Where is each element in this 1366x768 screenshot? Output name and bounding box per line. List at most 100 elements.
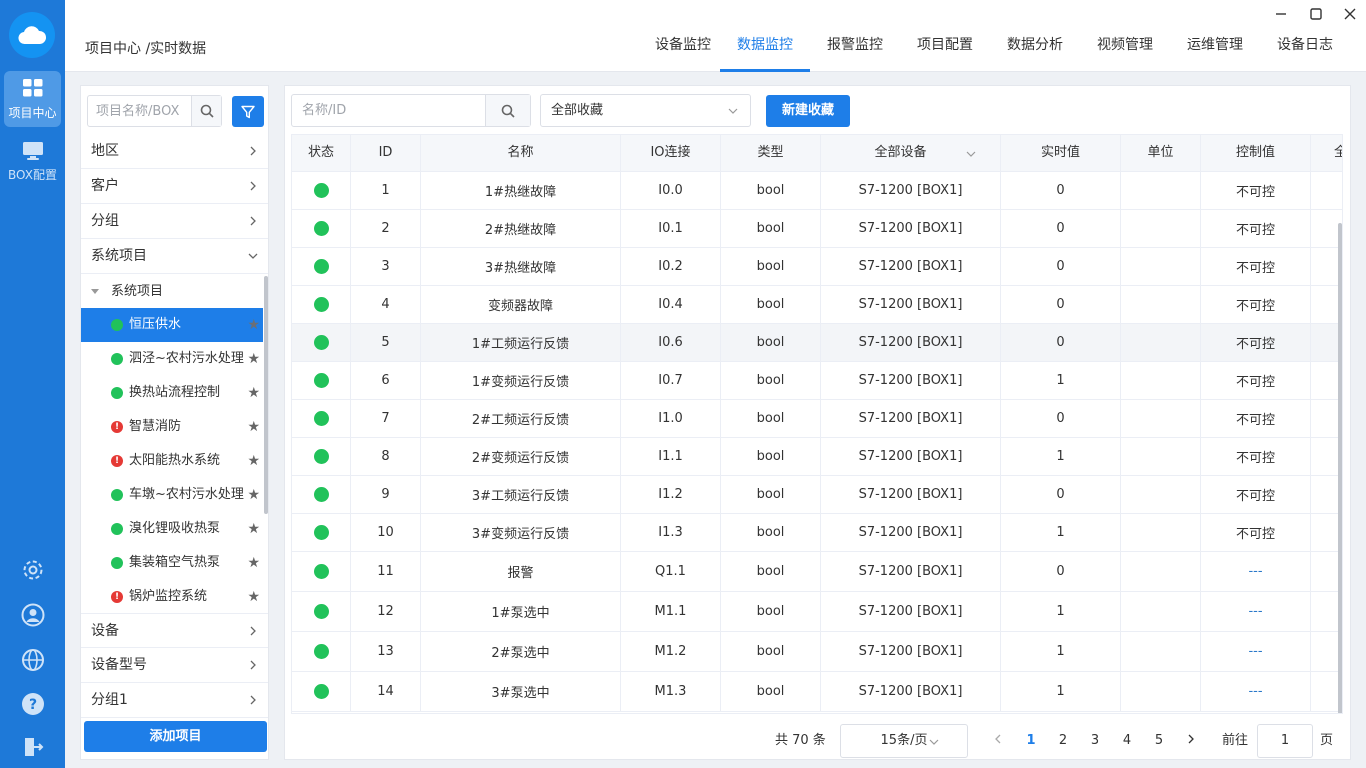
tab-device-monitor[interactable]: 设备监控: [638, 34, 728, 72]
project-label: 智慧消防: [129, 419, 182, 434]
column-header-control[interactable]: 控制值: [1201, 135, 1311, 172]
column-header-type[interactable]: 类型: [721, 135, 821, 172]
star-icon[interactable]: ★: [247, 376, 260, 410]
column-header-unit[interactable]: 单位: [1121, 135, 1201, 172]
page-3-button[interactable]: 3: [1083, 724, 1107, 758]
user-icon[interactable]: [20, 602, 46, 628]
maximize-icon[interactable]: [1306, 4, 1326, 24]
cell-unit: [1121, 172, 1201, 209]
logout-icon[interactable]: [20, 734, 46, 760]
tab-data-monitor[interactable]: 数据监控: [720, 34, 810, 72]
column-header-more[interactable]: 全: [1311, 135, 1342, 172]
globe-icon[interactable]: [20, 647, 46, 673]
tab-device-log[interactable]: 设备日志: [1260, 34, 1350, 72]
status-online-icon: [313, 411, 329, 426]
cell-unit: [1121, 210, 1201, 247]
category-device-model[interactable]: 设备型号: [81, 648, 268, 683]
add-project-button[interactable]: 添加项目: [84, 721, 267, 752]
project-item[interactable]: 集装箱空气热泵 ★: [81, 546, 263, 580]
data-panel: 全部收藏 新建收藏 状态 ID 名称 IO连接 类型 全部设备 实时值 单位 控…: [284, 85, 1351, 760]
cell-io: I0.1: [621, 210, 721, 247]
table-row[interactable]: 1 1#热继故障 I0.0 bool S7-1200 [BOX1] 0 不可控: [292, 172, 1342, 210]
prev-page-button[interactable]: [986, 724, 1010, 758]
project-item[interactable]: 泗泾~农村污水处理 ★: [81, 342, 263, 376]
help-icon[interactable]: ?: [20, 691, 46, 717]
settings-gear-icon[interactable]: [20, 557, 46, 583]
table-row[interactable]: 6 1#变频运行反馈 I0.7 bool S7-1200 [BOX1] 1 不可控: [292, 362, 1342, 400]
star-icon[interactable]: ★: [247, 444, 260, 478]
category-group1[interactable]: 分组1: [81, 683, 268, 718]
project-search-input[interactable]: [88, 96, 193, 126]
table-row[interactable]: 14 3#泵选中 M1.3 bool S7-1200 [BOX1] 1 ---: [292, 672, 1342, 712]
tag-search-input[interactable]: [292, 95, 482, 126]
status-online-icon: [313, 449, 329, 464]
project-item[interactable]: 换热站流程控制 ★: [81, 376, 263, 410]
tab-project-config[interactable]: 项目配置: [900, 34, 990, 72]
system-project-subheader[interactable]: 系统项目: [81, 276, 268, 308]
column-header-id[interactable]: ID: [351, 135, 421, 172]
filter-button[interactable]: [232, 96, 264, 127]
table-row[interactable]: 10 3#变频运行反馈 I1.3 bool S7-1200 [BOX1] 1 不可控: [292, 514, 1342, 552]
category-group[interactable]: 分组: [81, 204, 268, 239]
search-icon[interactable]: [191, 96, 221, 126]
close-icon[interactable]: [1340, 4, 1360, 24]
project-search-box: [87, 95, 222, 127]
star-icon[interactable]: ★: [247, 342, 260, 376]
tab-ops-management[interactable]: 运维管理: [1170, 34, 1260, 72]
project-item[interactable]: ! 锅炉监控系统 ★: [81, 580, 263, 614]
page-2-button[interactable]: 2: [1051, 724, 1075, 758]
status-online-icon: [313, 604, 329, 619]
table-row[interactable]: 11 报警 Q1.1 bool S7-1200 [BOX1] 0 ---: [292, 552, 1342, 592]
new-favorite-button[interactable]: 新建收藏: [766, 95, 850, 127]
table-vertical-scrollbar[interactable]: [1338, 223, 1342, 713]
cell-control: ---: [1201, 632, 1311, 671]
column-header-device-filter[interactable]: 全部设备: [821, 135, 1001, 172]
search-icon[interactable]: [485, 95, 530, 126]
minimize-icon[interactable]: [1271, 4, 1291, 24]
star-icon[interactable]: ★: [247, 478, 260, 512]
star-icon[interactable]: ★: [247, 546, 260, 580]
category-system-project[interactable]: 系统项目: [81, 239, 268, 274]
category-region[interactable]: 地区: [81, 134, 268, 169]
table-row[interactable]: 12 1#泵选中 M1.1 bool S7-1200 [BOX1] 1 ---: [292, 592, 1342, 632]
page-5-button[interactable]: 5: [1147, 724, 1171, 758]
cell-name: 1#工频运行反馈: [421, 324, 621, 361]
star-icon[interactable]: ★: [247, 410, 260, 444]
star-icon[interactable]: ★: [247, 512, 260, 546]
table-row[interactable]: 5 1#工频运行反馈 I0.6 bool S7-1200 [BOX1] 0 不可控: [292, 324, 1342, 362]
rail-item-project-center[interactable]: 项目中心: [4, 71, 61, 127]
tab-alarm-monitor[interactable]: 报警监控: [810, 34, 900, 72]
page-1-button[interactable]: 1: [1019, 724, 1043, 758]
sidebar-scrollbar[interactable]: [264, 276, 268, 514]
next-page-button[interactable]: [1179, 724, 1203, 758]
project-item[interactable]: ! 太阳能热水系统 ★: [81, 444, 263, 478]
column-header-name[interactable]: 名称: [421, 135, 621, 172]
star-icon[interactable]: ★: [247, 308, 260, 342]
cell-control: 不可控: [1201, 324, 1311, 361]
project-item[interactable]: ! 智慧消防 ★: [81, 410, 263, 444]
column-header-io[interactable]: IO连接: [621, 135, 721, 172]
page-4-button[interactable]: 4: [1115, 724, 1139, 758]
column-header-status[interactable]: 状态: [292, 135, 351, 172]
table-row[interactable]: 3 3#热继故障 I0.2 bool S7-1200 [BOX1] 0 不可控: [292, 248, 1342, 286]
column-header-realtime[interactable]: 实时值: [1001, 135, 1121, 172]
table-row[interactable]: 7 2#工频运行反馈 I1.0 bool S7-1200 [BOX1] 0 不可控: [292, 400, 1342, 438]
star-icon[interactable]: ★: [247, 580, 260, 614]
project-item[interactable]: 恒压供水 ★: [81, 308, 263, 342]
tab-video-management[interactable]: 视频管理: [1080, 34, 1170, 72]
rail-item-box-config[interactable]: BOX配置: [4, 133, 61, 189]
project-item[interactable]: 溴化锂吸收热泵 ★: [81, 512, 263, 546]
favorites-select[interactable]: 全部收藏: [540, 94, 751, 127]
page-size-select[interactable]: 15条/页: [840, 724, 968, 758]
category-customer[interactable]: 客户: [81, 169, 268, 204]
table-row[interactable]: 2 2#热继故障 I0.1 bool S7-1200 [BOX1] 0 不可控: [292, 210, 1342, 248]
goto-page-input[interactable]: 1: [1257, 724, 1313, 758]
table-row[interactable]: 8 2#变频运行反馈 I1.1 bool S7-1200 [BOX1] 1 不可控: [292, 438, 1342, 476]
cell-device: S7-1200 [BOX1]: [821, 592, 1001, 631]
table-row[interactable]: 13 2#泵选中 M1.2 bool S7-1200 [BOX1] 1 ---: [292, 632, 1342, 672]
table-row[interactable]: 4 变频器故障 I0.4 bool S7-1200 [BOX1] 0 不可控: [292, 286, 1342, 324]
category-device[interactable]: 设备: [81, 613, 268, 648]
table-row[interactable]: 9 3#工频运行反馈 I1.2 bool S7-1200 [BOX1] 0 不可控: [292, 476, 1342, 514]
project-item[interactable]: 车墩~农村污水处理 ★: [81, 478, 263, 512]
tab-data-analysis[interactable]: 数据分析: [990, 34, 1080, 72]
